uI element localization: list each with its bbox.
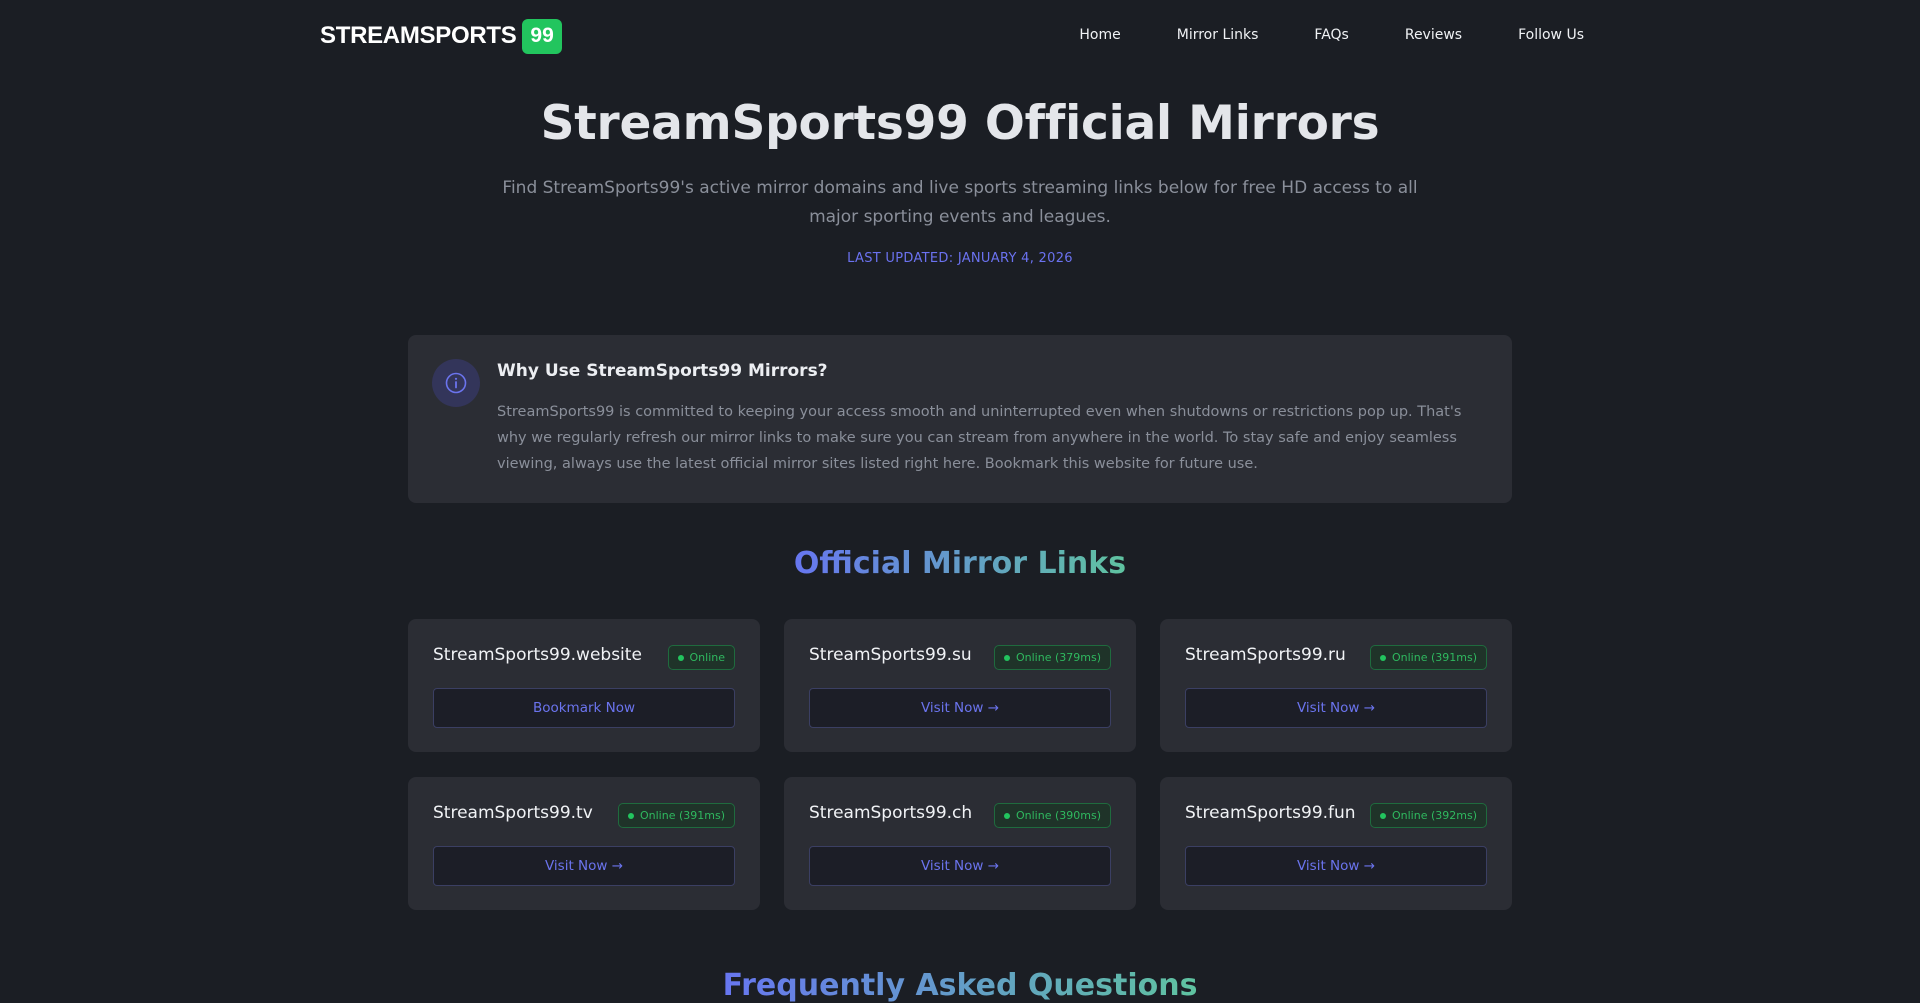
status-dot-icon xyxy=(1003,654,1010,661)
status-badge: Online (391ms) xyxy=(1369,645,1487,670)
status-badge: Online (379ms) xyxy=(993,645,1111,670)
mirror-links-heading: Official Mirror Links xyxy=(0,546,1920,581)
status-badge: Online xyxy=(667,645,735,670)
visit-button[interactable]: Visit Now → xyxy=(1185,846,1487,886)
mirror-domain: StreamSports99.su xyxy=(809,645,972,665)
mirror-card: StreamSports99.ch Online (390ms) Visit N… xyxy=(784,777,1136,910)
status-dot-icon xyxy=(1379,654,1386,661)
site-logo[interactable]: STREAMSPORTS 99 xyxy=(320,18,562,54)
nav-home[interactable]: Home xyxy=(1079,24,1120,46)
info-icon xyxy=(432,359,480,407)
mirror-links-heading-text: Official Mirror Links xyxy=(793,546,1127,581)
mirror-domain: StreamSports99.ru xyxy=(1185,645,1346,665)
status-text: Online (391ms) xyxy=(1391,651,1477,664)
visit-button[interactable]: Visit Now → xyxy=(433,846,735,886)
status-text: Online (379ms) xyxy=(1015,651,1101,664)
page-subtitle: Find StreamSports99's active mirror doma… xyxy=(502,178,1418,227)
bookmark-button[interactable]: Bookmark Now xyxy=(433,688,735,728)
visit-button[interactable]: Visit Now → xyxy=(1185,688,1487,728)
main-nav: Home Mirror Links FAQs Reviews Follow Us xyxy=(1079,24,1584,46)
status-text: Online (391ms) xyxy=(639,809,725,822)
mirror-card: StreamSports99.su Online (379ms) Visit N… xyxy=(784,619,1136,752)
logo-badge: 99 xyxy=(522,18,562,54)
status-dot-icon xyxy=(1379,812,1386,819)
nav-reviews[interactable]: Reviews xyxy=(1405,24,1462,46)
nav-mirror-links[interactable]: Mirror Links xyxy=(1177,24,1259,46)
status-text: Online (390ms) xyxy=(1015,809,1101,822)
status-badge: Online (392ms) xyxy=(1369,803,1487,828)
mirror-card: StreamSports99.website Online Bookmark N… xyxy=(408,619,760,752)
faq-heading-text: Frequently Asked Questions xyxy=(722,968,1198,1003)
site-header: STREAMSPORTS 99 Home Mirror Links FAQs R… xyxy=(0,0,1920,70)
visit-button[interactable]: Visit Now → xyxy=(809,688,1111,728)
info-title: Why Use StreamSports99 Mirrors? xyxy=(497,361,828,381)
status-dot-icon xyxy=(1003,812,1010,819)
status-badge: Online (390ms) xyxy=(993,803,1111,828)
status-text: Online (392ms) xyxy=(1391,809,1477,822)
faq-heading: Frequently Asked Questions xyxy=(0,968,1920,1003)
logo-text: STREAMSPORTS xyxy=(320,22,517,49)
mirror-domain: StreamSports99.tv xyxy=(433,803,593,823)
status-dot-icon xyxy=(677,654,684,661)
nav-faqs[interactable]: FAQs xyxy=(1314,24,1348,46)
page-title: StreamSports99 Official Mirrors xyxy=(540,96,1380,151)
mirror-domain: StreamSports99.website xyxy=(433,645,642,665)
info-text: StreamSports99 is committed to keeping y… xyxy=(497,404,1462,472)
mirror-card: StreamSports99.tv Online (391ms) Visit N… xyxy=(408,777,760,910)
mirror-card: StreamSports99.fun Online (392ms) Visit … xyxy=(1160,777,1512,910)
status-badge: Online (391ms) xyxy=(617,803,735,828)
mirror-domain: StreamSports99.fun xyxy=(1185,803,1356,823)
mirror-grid: StreamSports99.website Online Bookmark N… xyxy=(408,619,1512,910)
info-box: Why Use StreamSports99 Mirrors? StreamSp… xyxy=(408,335,1512,503)
mirror-domain: StreamSports99.ch xyxy=(809,803,973,823)
mirror-card: StreamSports99.ru Online (391ms) Visit N… xyxy=(1160,619,1512,752)
status-dot-icon xyxy=(627,812,634,819)
status-text: Online xyxy=(689,651,725,664)
visit-button[interactable]: Visit Now → xyxy=(809,846,1111,886)
nav-follow-us[interactable]: Follow Us xyxy=(1518,24,1584,46)
last-updated: LAST UPDATED: JANUARY 4, 2026 xyxy=(847,251,1073,266)
